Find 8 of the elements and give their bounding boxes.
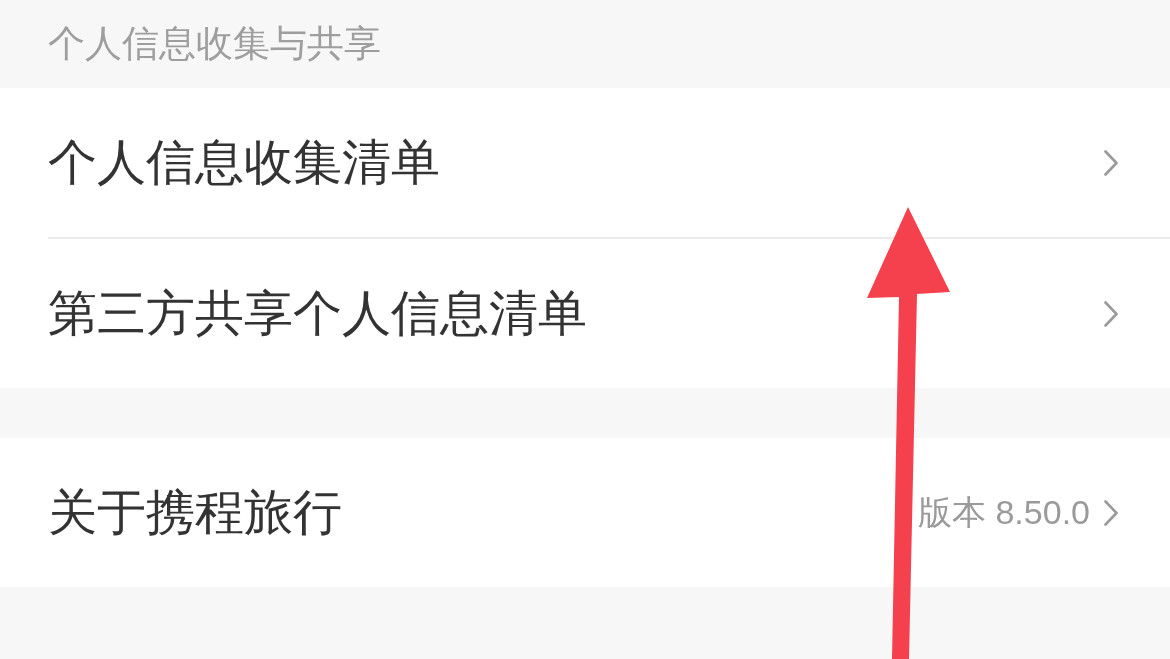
chevron-icon <box>1104 149 1118 176</box>
section-header: 个人信息收集与共享 <box>48 22 381 66</box>
chevron-icon <box>1104 499 1118 526</box>
chevron-icon <box>1104 300 1118 327</box>
list-item[interactable]: 第三方共享个人信息清单 <box>0 239 1170 388</box>
version-text: 版本 8.50.0 <box>918 491 1090 533</box>
list-item[interactable]: 关于携程旅行 版本 8.50.0 <box>0 438 1170 587</box>
list-item[interactable]: 个人信息收集清单 <box>0 88 1170 237</box>
